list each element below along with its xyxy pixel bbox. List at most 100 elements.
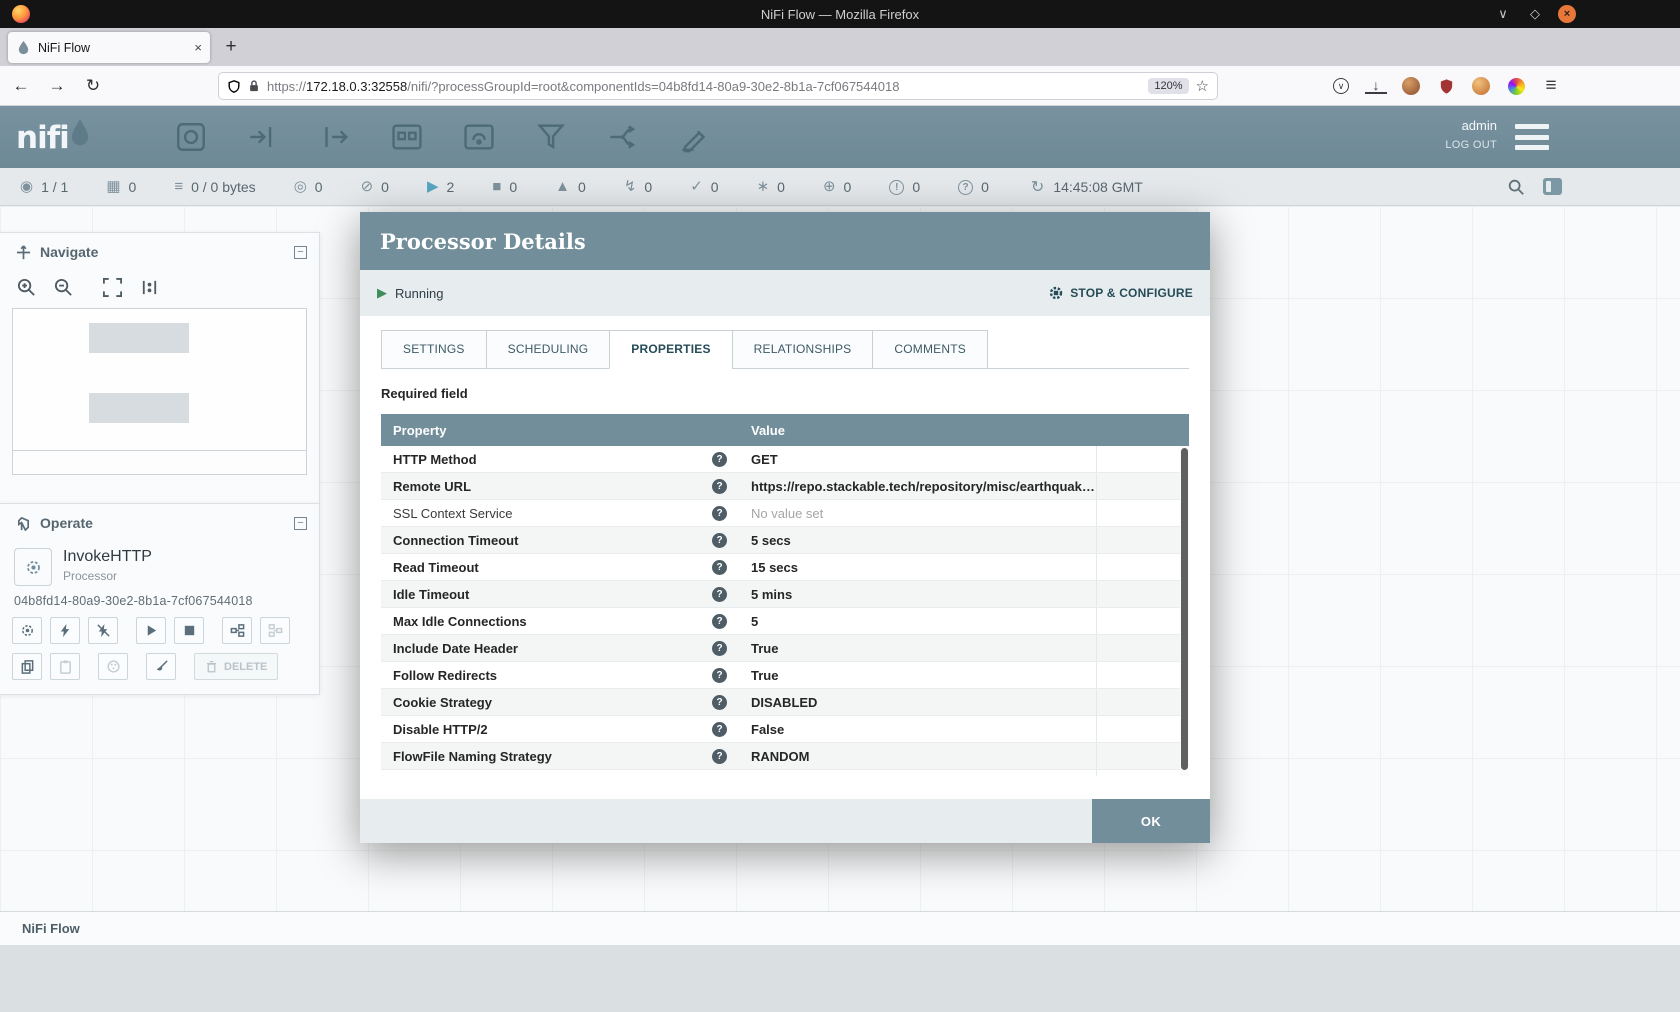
bookmark-star-icon[interactable]: ☆ <box>1196 77 1209 95</box>
help-icon[interactable]: ? <box>712 614 727 629</box>
table-scrollbar[interactable] <box>1180 446 1189 776</box>
stop-button[interactable] <box>174 617 204 644</box>
property-row[interactable]: Cookie Strategy?DISABLED <box>381 689 1189 716</box>
help-icon[interactable]: ? <box>712 668 727 683</box>
status-count: 2 <box>447 179 455 195</box>
global-menu-icon[interactable] <box>1515 124 1549 150</box>
processor-tool-icon[interactable] <box>170 117 212 157</box>
stop-and-configure-button[interactable]: STOP & CONFIGURE <box>1048 285 1193 301</box>
help-icon[interactable]: ? <box>712 722 727 737</box>
extension-pinwheel-icon[interactable] <box>1508 78 1525 95</box>
lock-icon[interactable] <box>248 79 260 93</box>
zoom-indicator[interactable]: 120% <box>1148 78 1188 94</box>
property-row[interactable]: Idle Timeout?5 mins <box>381 581 1189 608</box>
browser-tab[interactable]: NiFi Flow × <box>8 32 210 63</box>
tab-properties[interactable]: PROPERTIES <box>609 330 732 369</box>
output-port-tool-icon[interactable] <box>314 117 356 157</box>
property-value: RANDOM <box>739 749 1096 764</box>
window-minimize-button[interactable]: ∨ <box>1494 5 1512 23</box>
tab-settings[interactable]: SETTINGS <box>381 330 487 369</box>
stopped-icon: ■ <box>492 179 501 194</box>
help-icon[interactable]: ? <box>712 479 727 494</box>
enable-button[interactable] <box>50 617 80 644</box>
start-button[interactable] <box>136 617 166 644</box>
brush-button[interactable] <box>146 653 176 680</box>
disable-button[interactable] <box>88 617 118 644</box>
search-icon[interactable] <box>1507 178 1525 196</box>
new-tab-button[interactable]: + <box>218 34 244 60</box>
refresh-group: ↻ 14:45:08 GMT <box>1031 177 1143 197</box>
input-port-tool-icon[interactable] <box>242 117 284 157</box>
tab-close-icon[interactable]: × <box>194 40 202 55</box>
tracking-shield-icon[interactable] <box>227 79 241 94</box>
configure-button[interactable] <box>12 617 42 644</box>
help-icon[interactable]: ? <box>712 776 727 777</box>
ublock-icon[interactable] <box>1435 75 1457 97</box>
help-icon[interactable]: ? <box>712 587 727 602</box>
minimap-component <box>89 323 189 353</box>
property-row[interactable]: SSL Context Service?No value set <box>381 500 1189 527</box>
window-close-button[interactable]: × <box>1558 5 1576 23</box>
paste-button[interactable] <box>50 653 80 680</box>
property-row[interactable]: Include Date Header?True <box>381 635 1189 662</box>
tab-comments[interactable]: COMMENTS <box>872 330 988 369</box>
ungroup-button[interactable] <box>260 617 290 644</box>
window-maximize-button[interactable]: ◇ <box>1526 5 1544 23</box>
tab-relationships[interactable]: RELATIONSHIPS <box>732 330 874 369</box>
remote-process-group-tool-icon[interactable] <box>458 117 500 157</box>
reload-button[interactable]: ↻ <box>78 72 108 100</box>
zoom-in-icon[interactable] <box>16 277 37 298</box>
property-row[interactable]: ? <box>381 770 1189 776</box>
account-avatar-icon[interactable] <box>1402 77 1420 95</box>
forward-button[interactable]: → <box>42 72 72 100</box>
zoom-actual-icon[interactable] <box>139 277 160 298</box>
help-icon[interactable]: ? <box>712 560 727 575</box>
selected-component-name: InvokeHTTP <box>63 548 152 566</box>
nifi-status-bar: ◉1 / 1▦0≡0 / 0 bytes◎0⊘0▶2■0▲0↯0✓0∗0⊕0!0… <box>0 168 1680 206</box>
process-group-tool-icon[interactable] <box>386 117 428 157</box>
url-bar[interactable]: https://172.18.0.3:32558/nifi/?processGr… <box>218 72 1218 100</box>
group-button[interactable] <box>222 617 252 644</box>
property-name: FlowFile Naming Strategy <box>393 749 552 764</box>
zoom-fit-icon[interactable] <box>102 277 123 298</box>
template-tool-icon[interactable] <box>602 117 644 157</box>
property-row[interactable]: Read Timeout?15 secs <box>381 554 1189 581</box>
downloads-icon[interactable]: ↓ <box>1365 78 1387 94</box>
help-icon[interactable]: ? <box>712 452 727 467</box>
back-button[interactable]: ← <box>6 72 36 100</box>
navigate-collapse-button[interactable]: − <box>294 246 307 259</box>
extension-avatar-icon[interactable] <box>1472 77 1490 95</box>
help-icon[interactable]: ? <box>712 533 727 548</box>
copy-button[interactable] <box>12 653 42 680</box>
help-icon[interactable]: ? <box>712 695 727 710</box>
flow-panel-icon[interactable] <box>1543 178 1562 195</box>
fill-color-button[interactable] <box>98 653 128 680</box>
logout-link[interactable]: LOG OUT <box>1445 139 1497 151</box>
label-tool-icon[interactable] <box>674 117 716 157</box>
pocket-icon[interactable]: ∨ <box>1333 78 1349 94</box>
property-name: Max Idle Connections <box>393 614 527 629</box>
zoom-out-icon[interactable] <box>53 277 74 298</box>
tab-scheduling[interactable]: SCHEDULING <box>486 330 611 369</box>
ok-button[interactable]: OK <box>1092 799 1210 843</box>
delete-button[interactable]: DELETE <box>194 653 278 680</box>
property-row[interactable]: Connection Timeout?5 secs <box>381 527 1189 554</box>
property-row[interactable]: HTTP Method?GET <box>381 446 1189 473</box>
menu-icon[interactable]: ≡ <box>1540 75 1562 97</box>
help-icon[interactable]: ? <box>712 749 727 764</box>
navigate-panel: Navigate − <box>0 232 320 504</box>
minimap[interactable] <box>12 308 307 451</box>
refresh-icon[interactable]: ↻ <box>1031 177 1044 197</box>
breadcrumb[interactable]: NiFi Flow <box>22 921 80 936</box>
property-row[interactable]: Remote URL?https://repo.stackable.tech/r… <box>381 473 1189 500</box>
help-icon[interactable]: ? <box>712 506 727 521</box>
property-row[interactable]: Follow Redirects?True <box>381 662 1189 689</box>
property-row[interactable]: Disable HTTP/2?False <box>381 716 1189 743</box>
funnel-tool-icon[interactable] <box>530 117 572 157</box>
property-row[interactable]: Max Idle Connections?5 <box>381 608 1189 635</box>
property-row[interactable]: FlowFile Naming Strategy? RANDOM <box>381 743 1189 770</box>
property-value: 5 secs <box>739 533 1096 548</box>
operate-collapse-button[interactable]: − <box>294 517 307 530</box>
table-scrollbar-thumb[interactable] <box>1181 448 1188 770</box>
help-icon[interactable]: ? <box>712 641 727 656</box>
